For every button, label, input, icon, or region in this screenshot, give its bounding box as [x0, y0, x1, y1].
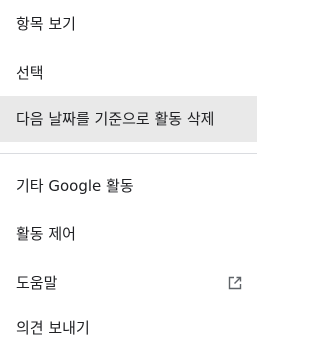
open-in-new-icon [227, 275, 243, 291]
menu-divider [0, 153, 257, 154]
overflow-menu: 항목 보기 선택 다음 날짜를 기준으로 활동 삭제 기타 Google 활동 … [0, 0, 257, 353]
menu-item-send-feedback[interactable]: 의견 보내기 [0, 311, 257, 345]
menu-item-label: 다음 날짜를 기준으로 활동 삭제 [16, 110, 215, 128]
menu-item-label: 의견 보내기 [16, 319, 90, 337]
menu-item-other-google-activity[interactable]: 기타 Google 활동 [0, 169, 257, 203]
menu-item-help[interactable]: 도움말 [0, 266, 257, 300]
menu-item-label: 기타 Google 활동 [16, 177, 134, 195]
menu-item-label: 도움말 [16, 274, 58, 292]
menu-item-label: 선택 [16, 64, 44, 82]
menu-item-view-item[interactable]: 항목 보기 [0, 8, 257, 40]
menu-item-activity-controls[interactable]: 활동 제어 [0, 217, 257, 251]
menu-item-select[interactable]: 선택 [0, 56, 257, 90]
menu-item-label: 항목 보기 [16, 15, 76, 33]
menu-item-delete-activity-by[interactable]: 다음 날짜를 기준으로 활동 삭제 [0, 96, 257, 142]
menu-item-label: 활동 제어 [16, 225, 76, 243]
